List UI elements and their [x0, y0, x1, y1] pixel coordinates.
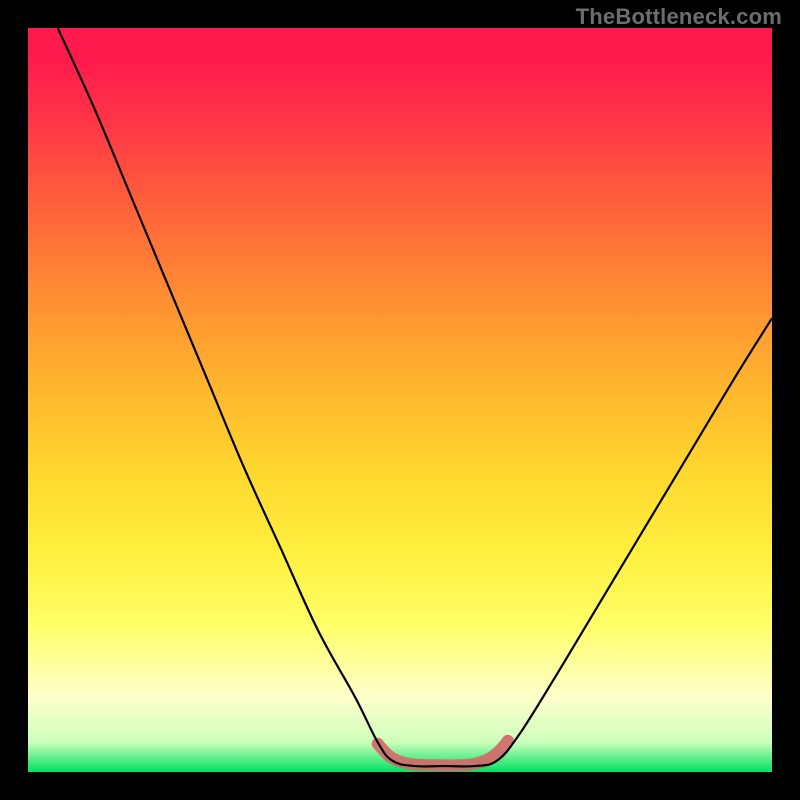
bottleneck-curve-path — [58, 28, 772, 766]
curve-layer — [28, 28, 772, 772]
plot-area — [28, 28, 772, 772]
watermark-text: TheBottleneck.com — [576, 6, 782, 28]
valley-marker-path — [378, 741, 508, 766]
chart-container: TheBottleneck.com — [0, 0, 800, 800]
